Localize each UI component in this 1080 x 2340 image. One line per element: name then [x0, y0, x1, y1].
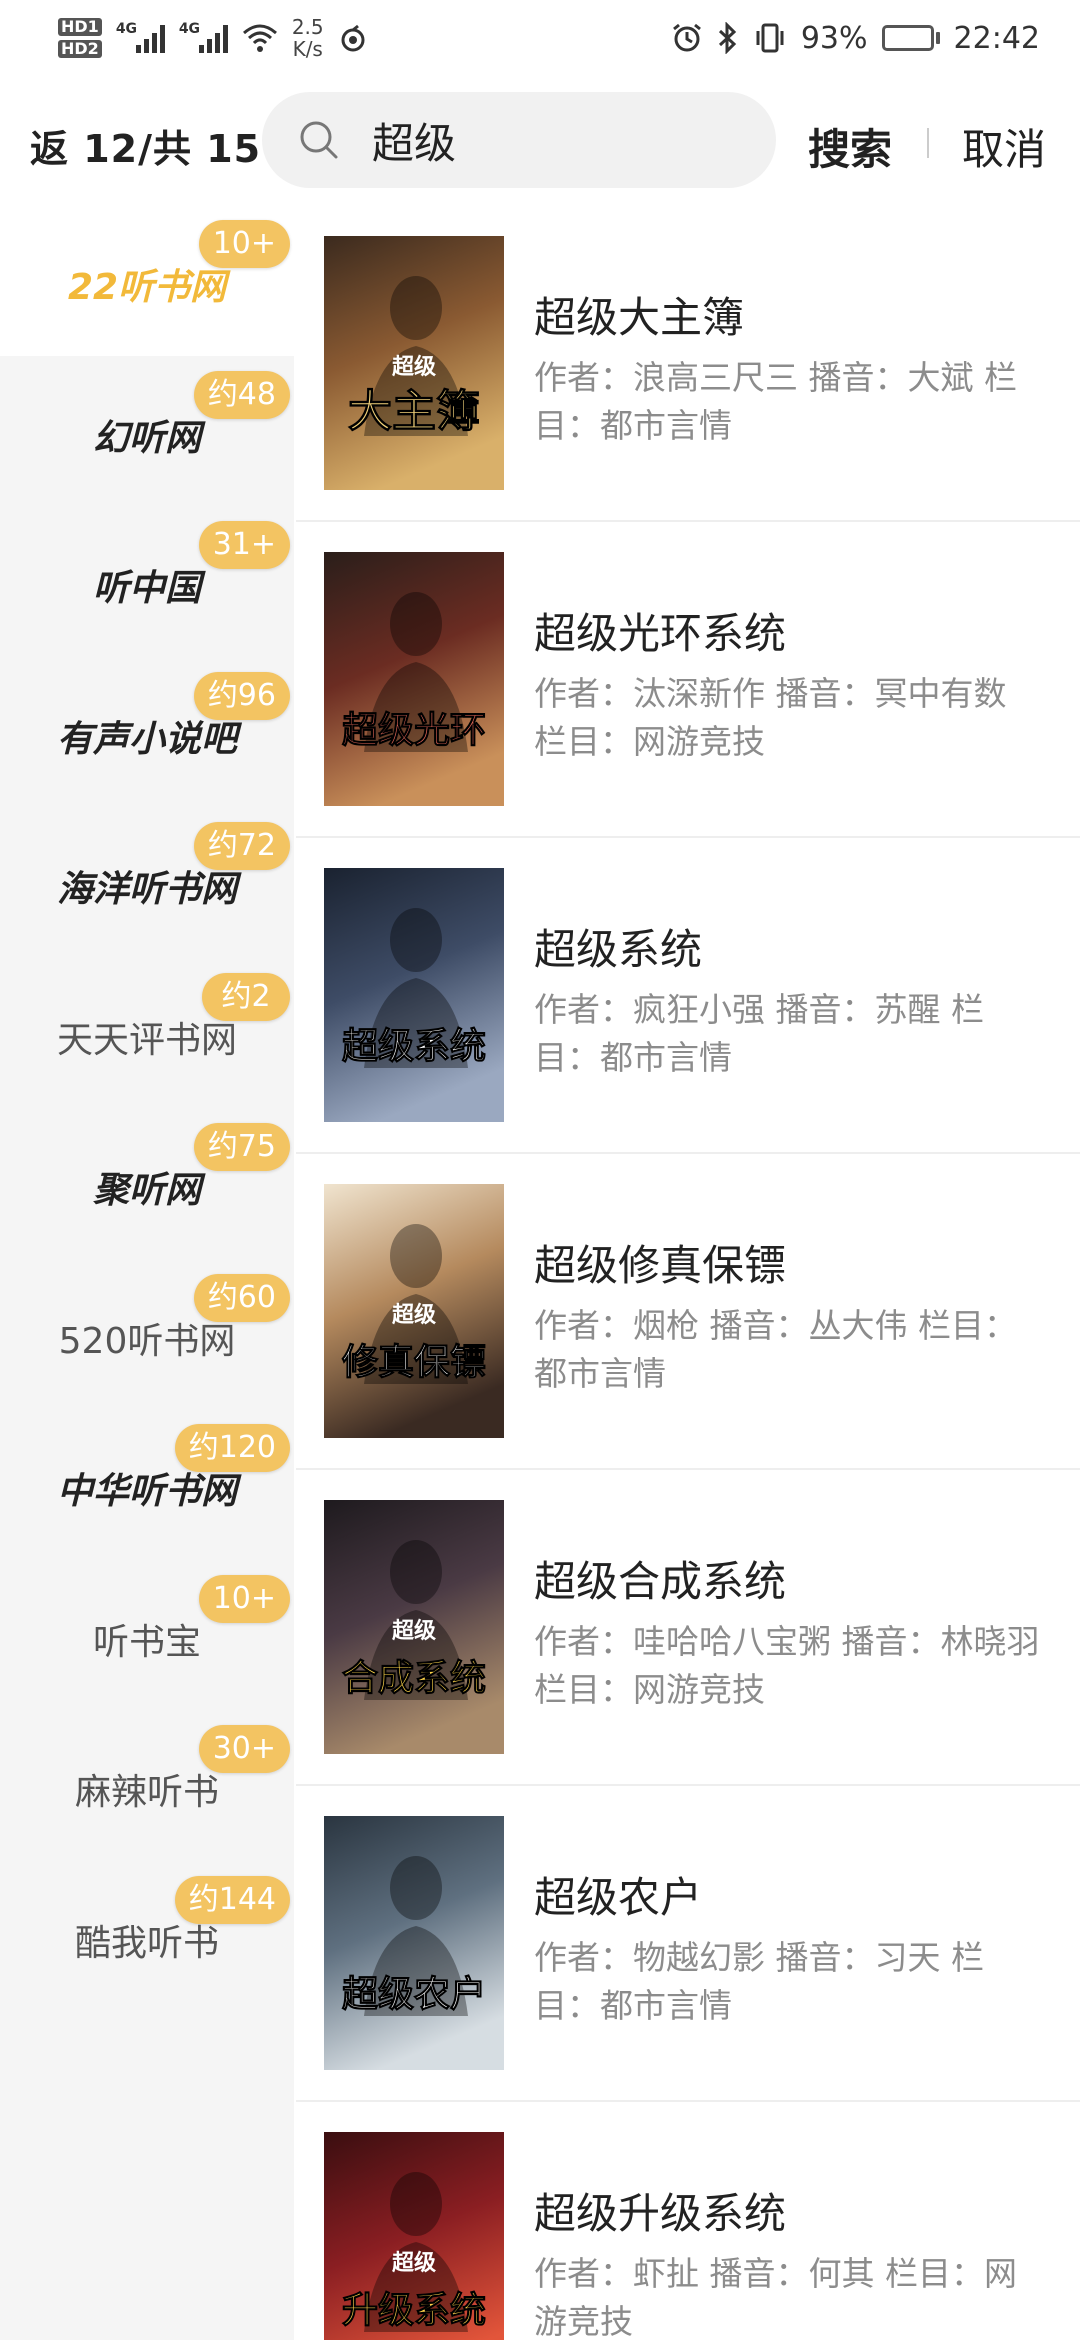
battery-icon: [881, 25, 940, 51]
result-count-badge: 约2: [202, 972, 290, 1021]
search-input[interactable]: [372, 115, 752, 165]
book-cover-image[interactable]: 超级光环: [324, 552, 504, 806]
battery-percent: 93%: [800, 20, 868, 56]
book-meta: 作者：浪高三尺三 播音：大斌 栏目：都市言情: [534, 358, 1017, 445]
source-item[interactable]: 麻辣听书 30+: [0, 1711, 294, 1861]
network-speed: 2.5 K/s: [291, 15, 324, 61]
book-title: 超级系统: [534, 925, 703, 974]
book-title: 超级光环系统: [534, 609, 787, 658]
book-title: 超级升级系统: [534, 2189, 787, 2238]
svg-text:升级系统: 升级系统: [342, 2290, 486, 2331]
source-item[interactable]: 22听书网 10+: [0, 206, 294, 356]
source-sidebar: 22听书网 10+ 幻听网 约48 听中国 31+ 有声小说吧 约96 海洋听书网 约72 天天评书…: [0, 206, 294, 2340]
alarm-icon: [672, 23, 701, 52]
cancel-button[interactable]: 取消: [962, 116, 1046, 177]
book-cover-image[interactable]: 超级系统: [324, 868, 504, 1122]
svg-text:超级光环: 超级光环: [342, 710, 486, 751]
search-header: 返 12/共 15 搜索 取消: [0, 90, 1080, 195]
bluetooth-icon: [718, 22, 737, 54]
source-item[interactable]: 听中国 31+: [0, 507, 294, 657]
svg-text:大主簿: 大主簿: [348, 386, 480, 437]
source-item[interactable]: 聚听网 约75: [0, 1109, 294, 1259]
search-box[interactable]: [262, 92, 776, 188]
header-divider: [927, 128, 929, 158]
svg-text:修真保镖: 修真保镖: [342, 1342, 486, 1383]
book-cover-image[interactable]: 超级 合成系统: [324, 1500, 504, 1754]
book-meta: 作者：物越幻影 播音：习天 栏目：都市言情: [534, 1938, 984, 2025]
sync-icon: [341, 24, 365, 52]
svg-text:超级: 超级: [392, 1618, 436, 1644]
result-count-badge: 10+: [198, 220, 290, 268]
source-item[interactable]: 中华听书网 约120: [0, 1410, 294, 1560]
svg-text:合成系统: 合成系统: [342, 1658, 486, 1699]
book-cover-image[interactable]: 超级 大主簿: [324, 236, 504, 490]
source-item[interactable]: 520听书网 约60: [0, 1260, 294, 1410]
book-item[interactable]: 超级 修真保镖 超级修真保镖 作者：烟枪 播音：丛大伟 栏目：都市言情: [296, 1154, 1080, 1470]
book-cover-image[interactable]: 超级农户: [324, 1816, 504, 2070]
source-item[interactable]: 幻听网 约48: [0, 357, 294, 507]
result-count-badge: 约48: [193, 370, 290, 419]
clock: 22:42: [953, 20, 1040, 56]
source-item[interactable]: 听书宝 10+: [0, 1561, 294, 1711]
search-icon: [300, 121, 338, 159]
source-item[interactable]: 有声小说吧 约96: [0, 658, 294, 808]
book-item[interactable]: 超级 大主簿 超级大主簿 作者：浪高三尺三 播音：大斌 栏目：都市言情: [296, 206, 1080, 522]
book-cover-image[interactable]: 超级 修真保镖: [324, 1184, 504, 1438]
book-meta: 作者：虾扯 播音：何其 栏目：网游竞技: [534, 2254, 1017, 2340]
book-meta: 作者：哇哈哈八宝粥 播音：林晓羽 栏目：网游竞技: [534, 1622, 1040, 1709]
hd-indicator: HD1 HD2: [58, 16, 102, 60]
book-title: 超级修真保镖: [534, 1241, 787, 1290]
book-cover-image[interactable]: 超级 升级系统: [324, 2132, 504, 2340]
result-count-badge: 约96: [193, 671, 290, 720]
book-item[interactable]: 超级光环 超级光环系统作者：汰深新作 播音：冥中有数 栏目：网游竞技: [296, 522, 1080, 838]
book-meta: 作者：烟枪 播音：丛大伟 栏目：都市言情: [534, 1306, 1017, 1393]
signal-2-icon: 4G: [179, 21, 228, 53]
result-count-badge: 约72: [193, 822, 290, 870]
book-item[interactable]: 超级 升级系统 超级升级系统 作者：虾扯 播音：何其 栏目：网游竞技: [296, 2102, 1080, 2340]
result-count-badge: 约144: [174, 1875, 290, 1924]
wifi-icon: [242, 24, 277, 52]
result-count-badge: 31+: [198, 521, 290, 569]
svg-text:超级: 超级: [392, 354, 436, 380]
signal-1-icon: 4G: [116, 21, 165, 53]
book-title: 超级农户: [534, 1873, 703, 1922]
result-count-badge: 约75: [193, 1123, 290, 1171]
back-button[interactable]: 返 12/共 15: [30, 118, 261, 173]
source-item[interactable]: 酷我听书 约144: [0, 1862, 294, 2012]
result-count-badge: 30+: [198, 1725, 290, 1773]
result-count-badge: 约60: [193, 1273, 290, 1322]
book-meta: 作者：汰深新作 播音：冥中有数 栏目：网游竞技: [534, 674, 1007, 761]
source-item[interactable]: 海洋听书网 约72: [0, 808, 294, 958]
svg-text:超级: 超级: [392, 2250, 436, 2276]
status-bar: HD1 HD2 4G 4G 2.5 K/s 93% 22:42: [0, 0, 1080, 76]
result-count-badge: 约120: [174, 1424, 290, 1472]
book-meta: 作者：疯狂小强 播音：苏醒 栏目：都市言情: [534, 990, 984, 1077]
book-title: 超级大主簿: [534, 293, 745, 342]
svg-text:超级系统: 超级系统: [342, 1026, 486, 1067]
search-button[interactable]: 搜索: [808, 116, 892, 177]
svg-text:超级农户: 超级农户: [342, 1974, 486, 2015]
book-item[interactable]: 超级农户 超级农户 作者：物越幻影 播音：习天 栏目：都市言情: [296, 1786, 1080, 2102]
book-result-list: 超级 大主簿 超级大主簿 作者：浪高三尺三 播音：大斌 栏目：都市言情 超级光环 超级光环…: [296, 206, 1080, 2340]
book-item[interactable]: 超级 合成系统 超级合成系统 作者：哇哈哈八宝粥 播音：林晓羽 栏目：网游竞技: [296, 1470, 1080, 1786]
book-title: 超级合成系统: [534, 1557, 787, 1606]
vibrate-icon: [756, 23, 784, 53]
svg-text:超级: 超级: [392, 1302, 436, 1328]
result-count-badge: 10+: [198, 1574, 290, 1623]
source-item[interactable]: 天天评书网 约2: [0, 959, 294, 1109]
book-item[interactable]: 超级系统 超级系统 作者：疯狂小强 播音：苏醒 栏目：都市言情: [296, 838, 1080, 1154]
